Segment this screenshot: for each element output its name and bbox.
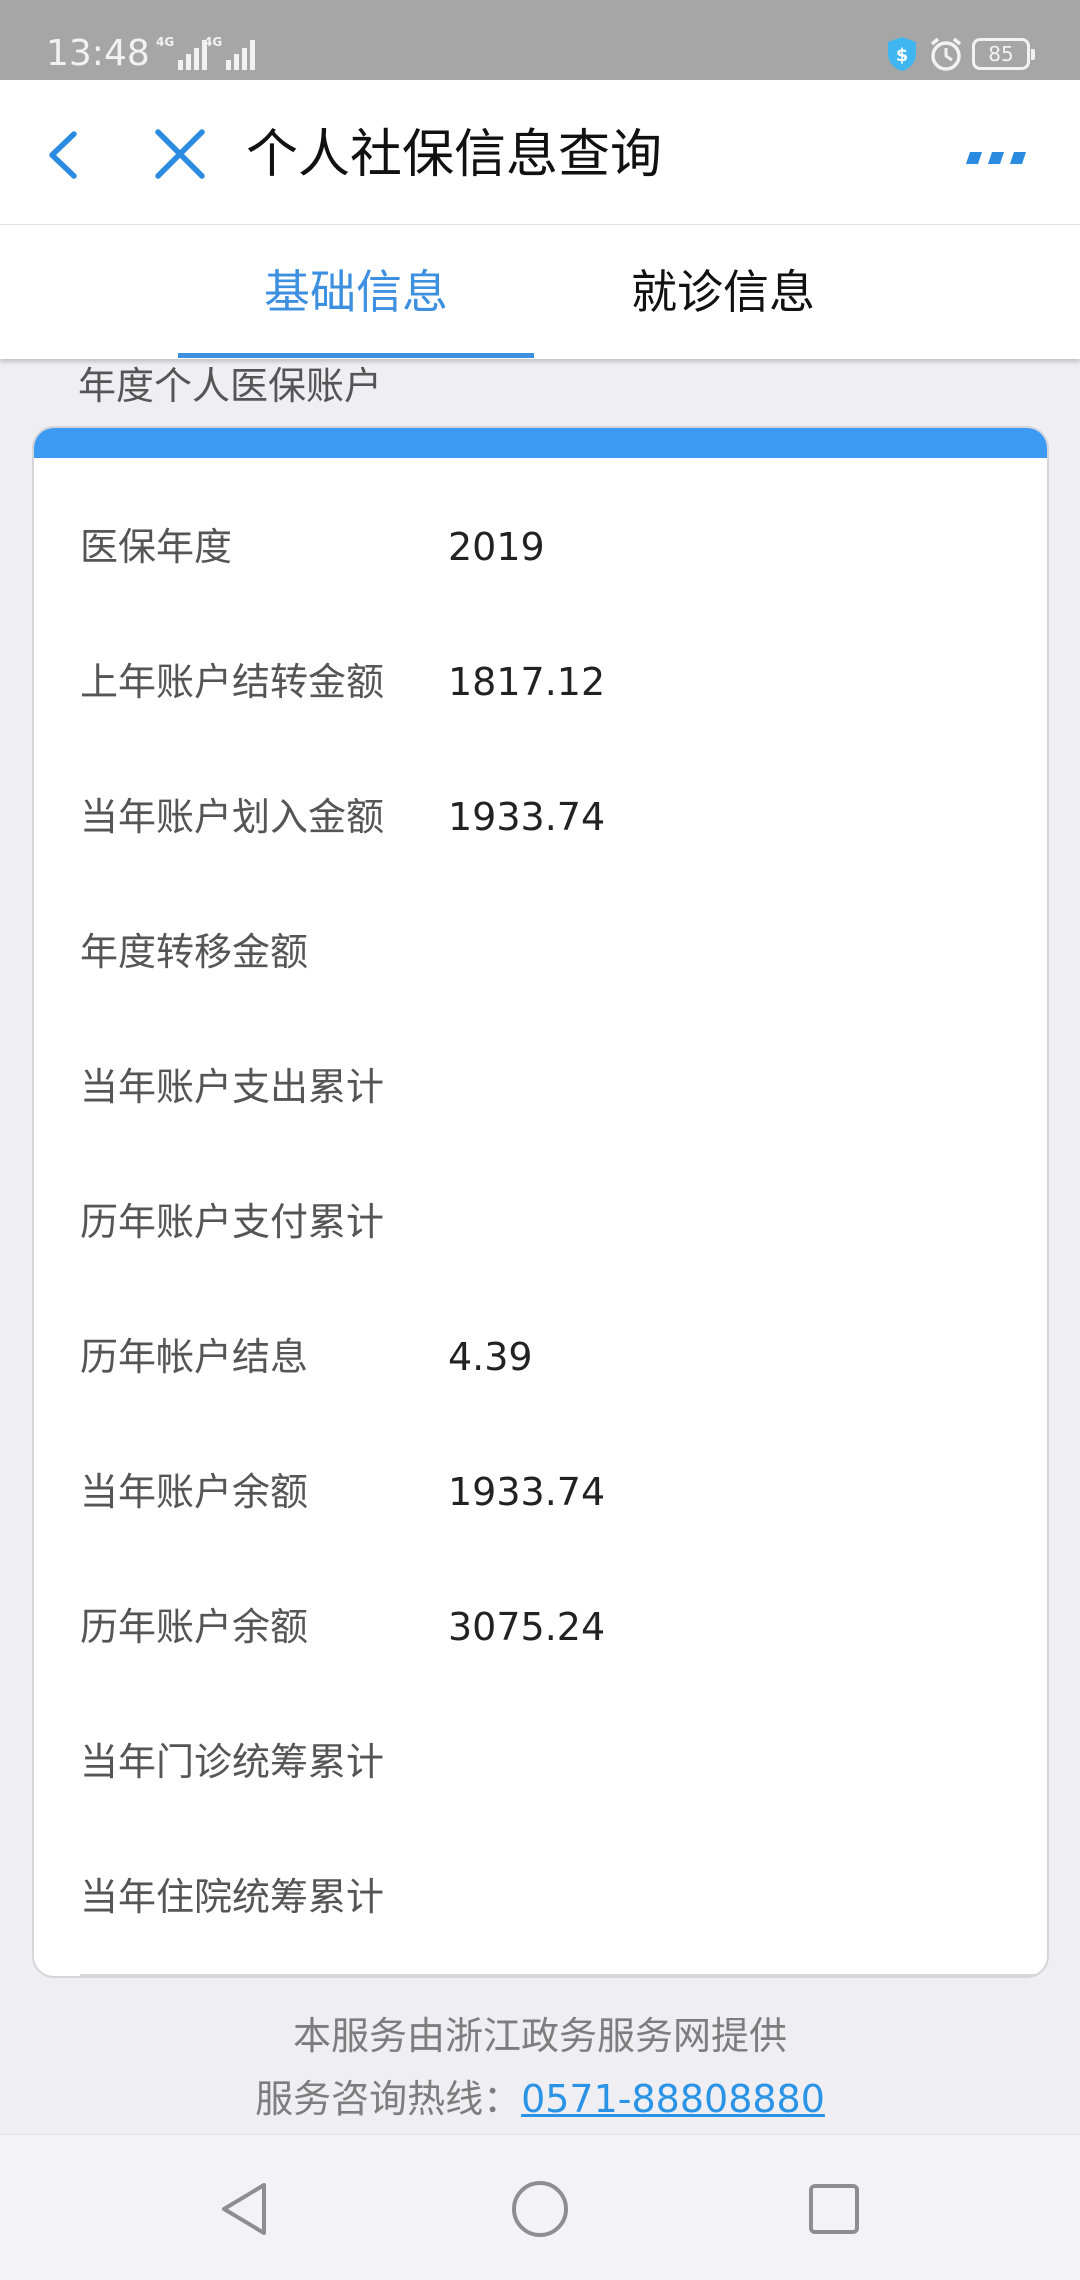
active-tab-indicator	[178, 353, 534, 358]
info-label: 当年账户划入金额	[80, 795, 385, 839]
info-row: 当年门诊统筹累计	[34, 1695, 1047, 1830]
nav-back-button[interactable]	[208, 2171, 284, 2247]
recents-square-icon	[809, 2184, 859, 2234]
info-row: 历年帐户结息 4.39	[34, 1290, 1047, 1425]
info-value: 4.39	[448, 1335, 533, 1379]
home-circle-icon	[512, 2181, 568, 2237]
signal-icon: 4G	[204, 36, 264, 70]
info-value: 1933.74	[448, 795, 606, 839]
hotline-line: 服务咨询热线：0571-88808880	[0, 2070, 1080, 2128]
info-label: 历年帐户结息	[80, 1335, 309, 1379]
section-heading: 年度个人医保账户	[78, 364, 383, 408]
svg-text:$: $	[896, 45, 909, 66]
chevron-left-icon	[49, 131, 77, 179]
info-row: 历年账户余额 3075.24	[34, 1560, 1047, 1695]
back-triangle-icon	[222, 2183, 266, 2235]
info-row: 上年账户结转金额 1817.12	[34, 615, 1047, 750]
service-provider-text: 本服务由浙江政务服务网提供	[292, 2014, 787, 2058]
card-accent-bar	[34, 428, 1047, 458]
close-icon	[155, 129, 205, 179]
info-value: 1933.74	[448, 1470, 606, 1514]
tab-basic-info[interactable]: 基础信息	[178, 225, 534, 359]
info-value: 2019	[448, 525, 545, 569]
nav-recents-button[interactable]	[796, 2171, 872, 2247]
info-label: 上年账户结转金额	[80, 660, 385, 704]
status-time: 13:48	[46, 33, 150, 74]
info-row: 当年账户余额 1933.74	[34, 1425, 1047, 1560]
hotline-phone-link[interactable]: 0571-88808880	[521, 2077, 825, 2121]
info-row: 历年账户支付累计	[34, 1155, 1047, 1290]
shield-dollar-icon: $	[886, 36, 918, 76]
tab-bar: 基础信息 就诊信息	[0, 225, 1080, 359]
divider	[80, 1974, 1036, 1976]
info-row: 医保年度 2019	[34, 480, 1047, 615]
hotline-label: 服务咨询热线：	[255, 2077, 522, 2121]
nav-home-button[interactable]	[502, 2171, 578, 2247]
close-button[interactable]	[148, 120, 214, 190]
page-title: 个人社保信息查询	[246, 125, 663, 185]
alarm-icon	[928, 36, 964, 76]
network-type-label: 4G	[156, 35, 175, 49]
back-button[interactable]	[40, 120, 100, 190]
network-type-label: 4G	[204, 35, 223, 49]
tab-visit-info[interactable]: 就诊信息	[545, 225, 901, 359]
more-icon	[966, 152, 1026, 164]
info-value: 3075.24	[448, 1605, 606, 1649]
info-row: 当年住院统筹累计	[34, 1830, 1047, 1965]
info-label: 当年门诊统筹累计	[80, 1740, 385, 1784]
info-label: 年度转移金额	[80, 930, 309, 974]
info-label: 当年住院统筹累计	[80, 1875, 385, 1919]
info-row: 年度转移金额	[34, 885, 1047, 1020]
info-value: 1817.12	[448, 660, 606, 704]
info-label: 当年账户支出累计	[80, 1065, 385, 1109]
system-nav-bar	[0, 2134, 1080, 2280]
battery-icon: 85	[972, 38, 1035, 70]
account-info-card: 医保年度 2019 上年账户结转金额 1817.12 当年账户划入金额 1933…	[32, 426, 1049, 1978]
info-row: 当年账户支出累计	[34, 1020, 1047, 1155]
info-label: 历年账户支付累计	[80, 1200, 385, 1244]
info-row: 当年账户划入金额 1933.74	[34, 750, 1047, 885]
title-bar: 个人社保信息查询	[0, 80, 1080, 225]
info-label: 医保年度	[80, 525, 233, 569]
info-label: 当年账户余额	[80, 1470, 309, 1514]
info-label: 历年账户余额	[80, 1605, 309, 1649]
status-bar: 13:48 4G 4G $ 85	[0, 0, 1080, 80]
more-button[interactable]	[958, 136, 1034, 176]
